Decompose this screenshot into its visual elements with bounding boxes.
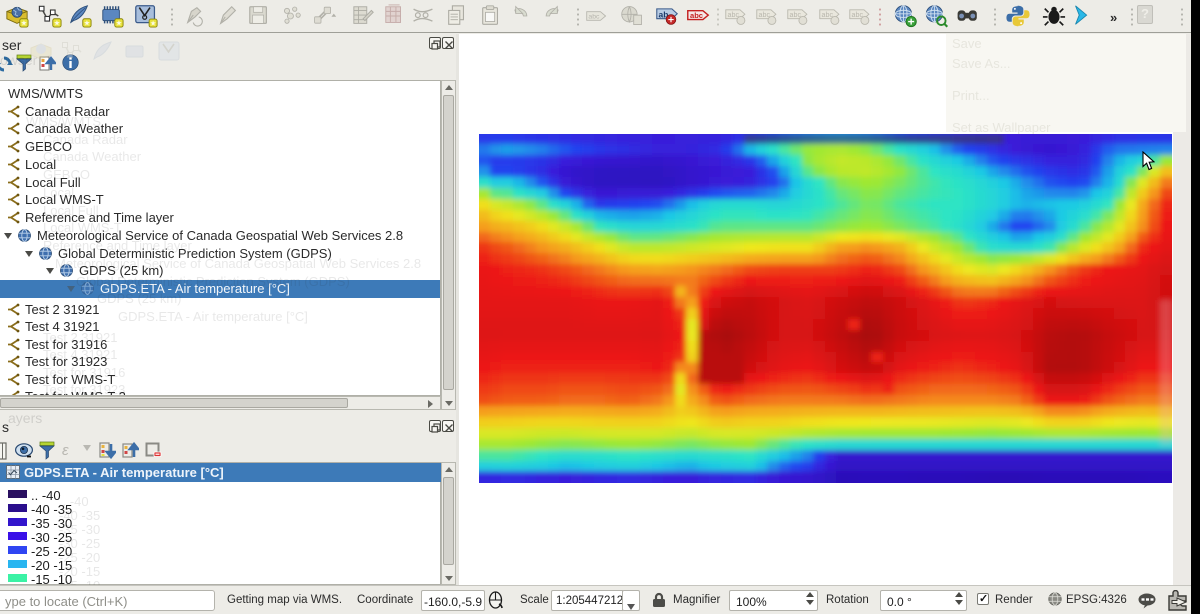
svg-text:abc: abc: [588, 14, 600, 21]
svg-text:abc: abc: [690, 11, 703, 20]
